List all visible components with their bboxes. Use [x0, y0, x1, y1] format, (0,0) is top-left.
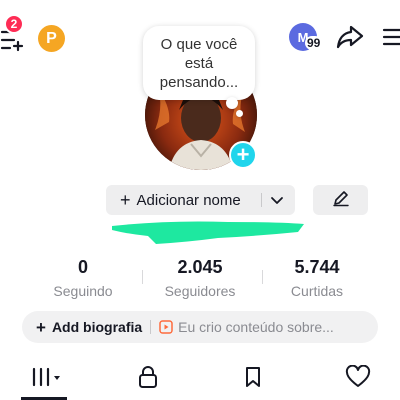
edit-profile-button[interactable]: [313, 185, 368, 215]
stat-followers[interactable]: 2.045 Seguidores: [150, 256, 250, 300]
account-count-badge: 99: [305, 36, 323, 50]
menu-icon[interactable]: [382, 26, 400, 48]
notification-badge: 2: [4, 14, 24, 34]
stat-divider: [142, 270, 143, 284]
stat-likes[interactable]: 5.744 Curtidas: [267, 256, 367, 300]
coin-icon[interactable]: P: [38, 25, 65, 52]
stat-divider: [262, 270, 263, 284]
add-bio-label: Add biografia: [51, 319, 143, 335]
share-icon[interactable]: [336, 24, 364, 50]
stat-value: 0: [77, 257, 88, 277]
pencil-icon: [332, 189, 350, 212]
divider: [150, 320, 152, 334]
stat-label: Curtidas: [290, 283, 344, 299]
add-bio-button[interactable]: + Add biografia Eu crio conteúdo sobre..…: [22, 311, 378, 343]
bio-hint: Eu crio conteúdo sobre...: [178, 319, 334, 335]
thought-bubble-tail-small: [236, 110, 243, 117]
divider: [261, 193, 262, 207]
add-avatar-plus-icon[interactable]: +: [229, 141, 257, 169]
stat-following[interactable]: 0 Seguindo: [33, 256, 133, 300]
plus-icon: +: [120, 190, 131, 210]
stat-value: 5.744: [294, 257, 340, 277]
stat-label: Seguidores: [164, 283, 236, 299]
lock-icon[interactable]: [135, 364, 161, 390]
stat-value: 2.045: [177, 257, 223, 277]
thought-bubble-tail: [226, 97, 238, 109]
plus-icon: +: [36, 317, 46, 337]
video-play-icon: [159, 320, 173, 334]
thought-bubble[interactable]: O que você está pensando...: [143, 26, 255, 100]
heart-icon[interactable]: [345, 364, 371, 390]
add-name-label: Adicionar nome: [136, 191, 241, 209]
chevron-down-icon[interactable]: [270, 193, 284, 207]
stat-label: Seguindo: [53, 283, 113, 299]
videos-grid-icon[interactable]: [30, 364, 64, 390]
bookmark-icon[interactable]: [240, 364, 266, 390]
highlight-scribble: [108, 208, 308, 248]
